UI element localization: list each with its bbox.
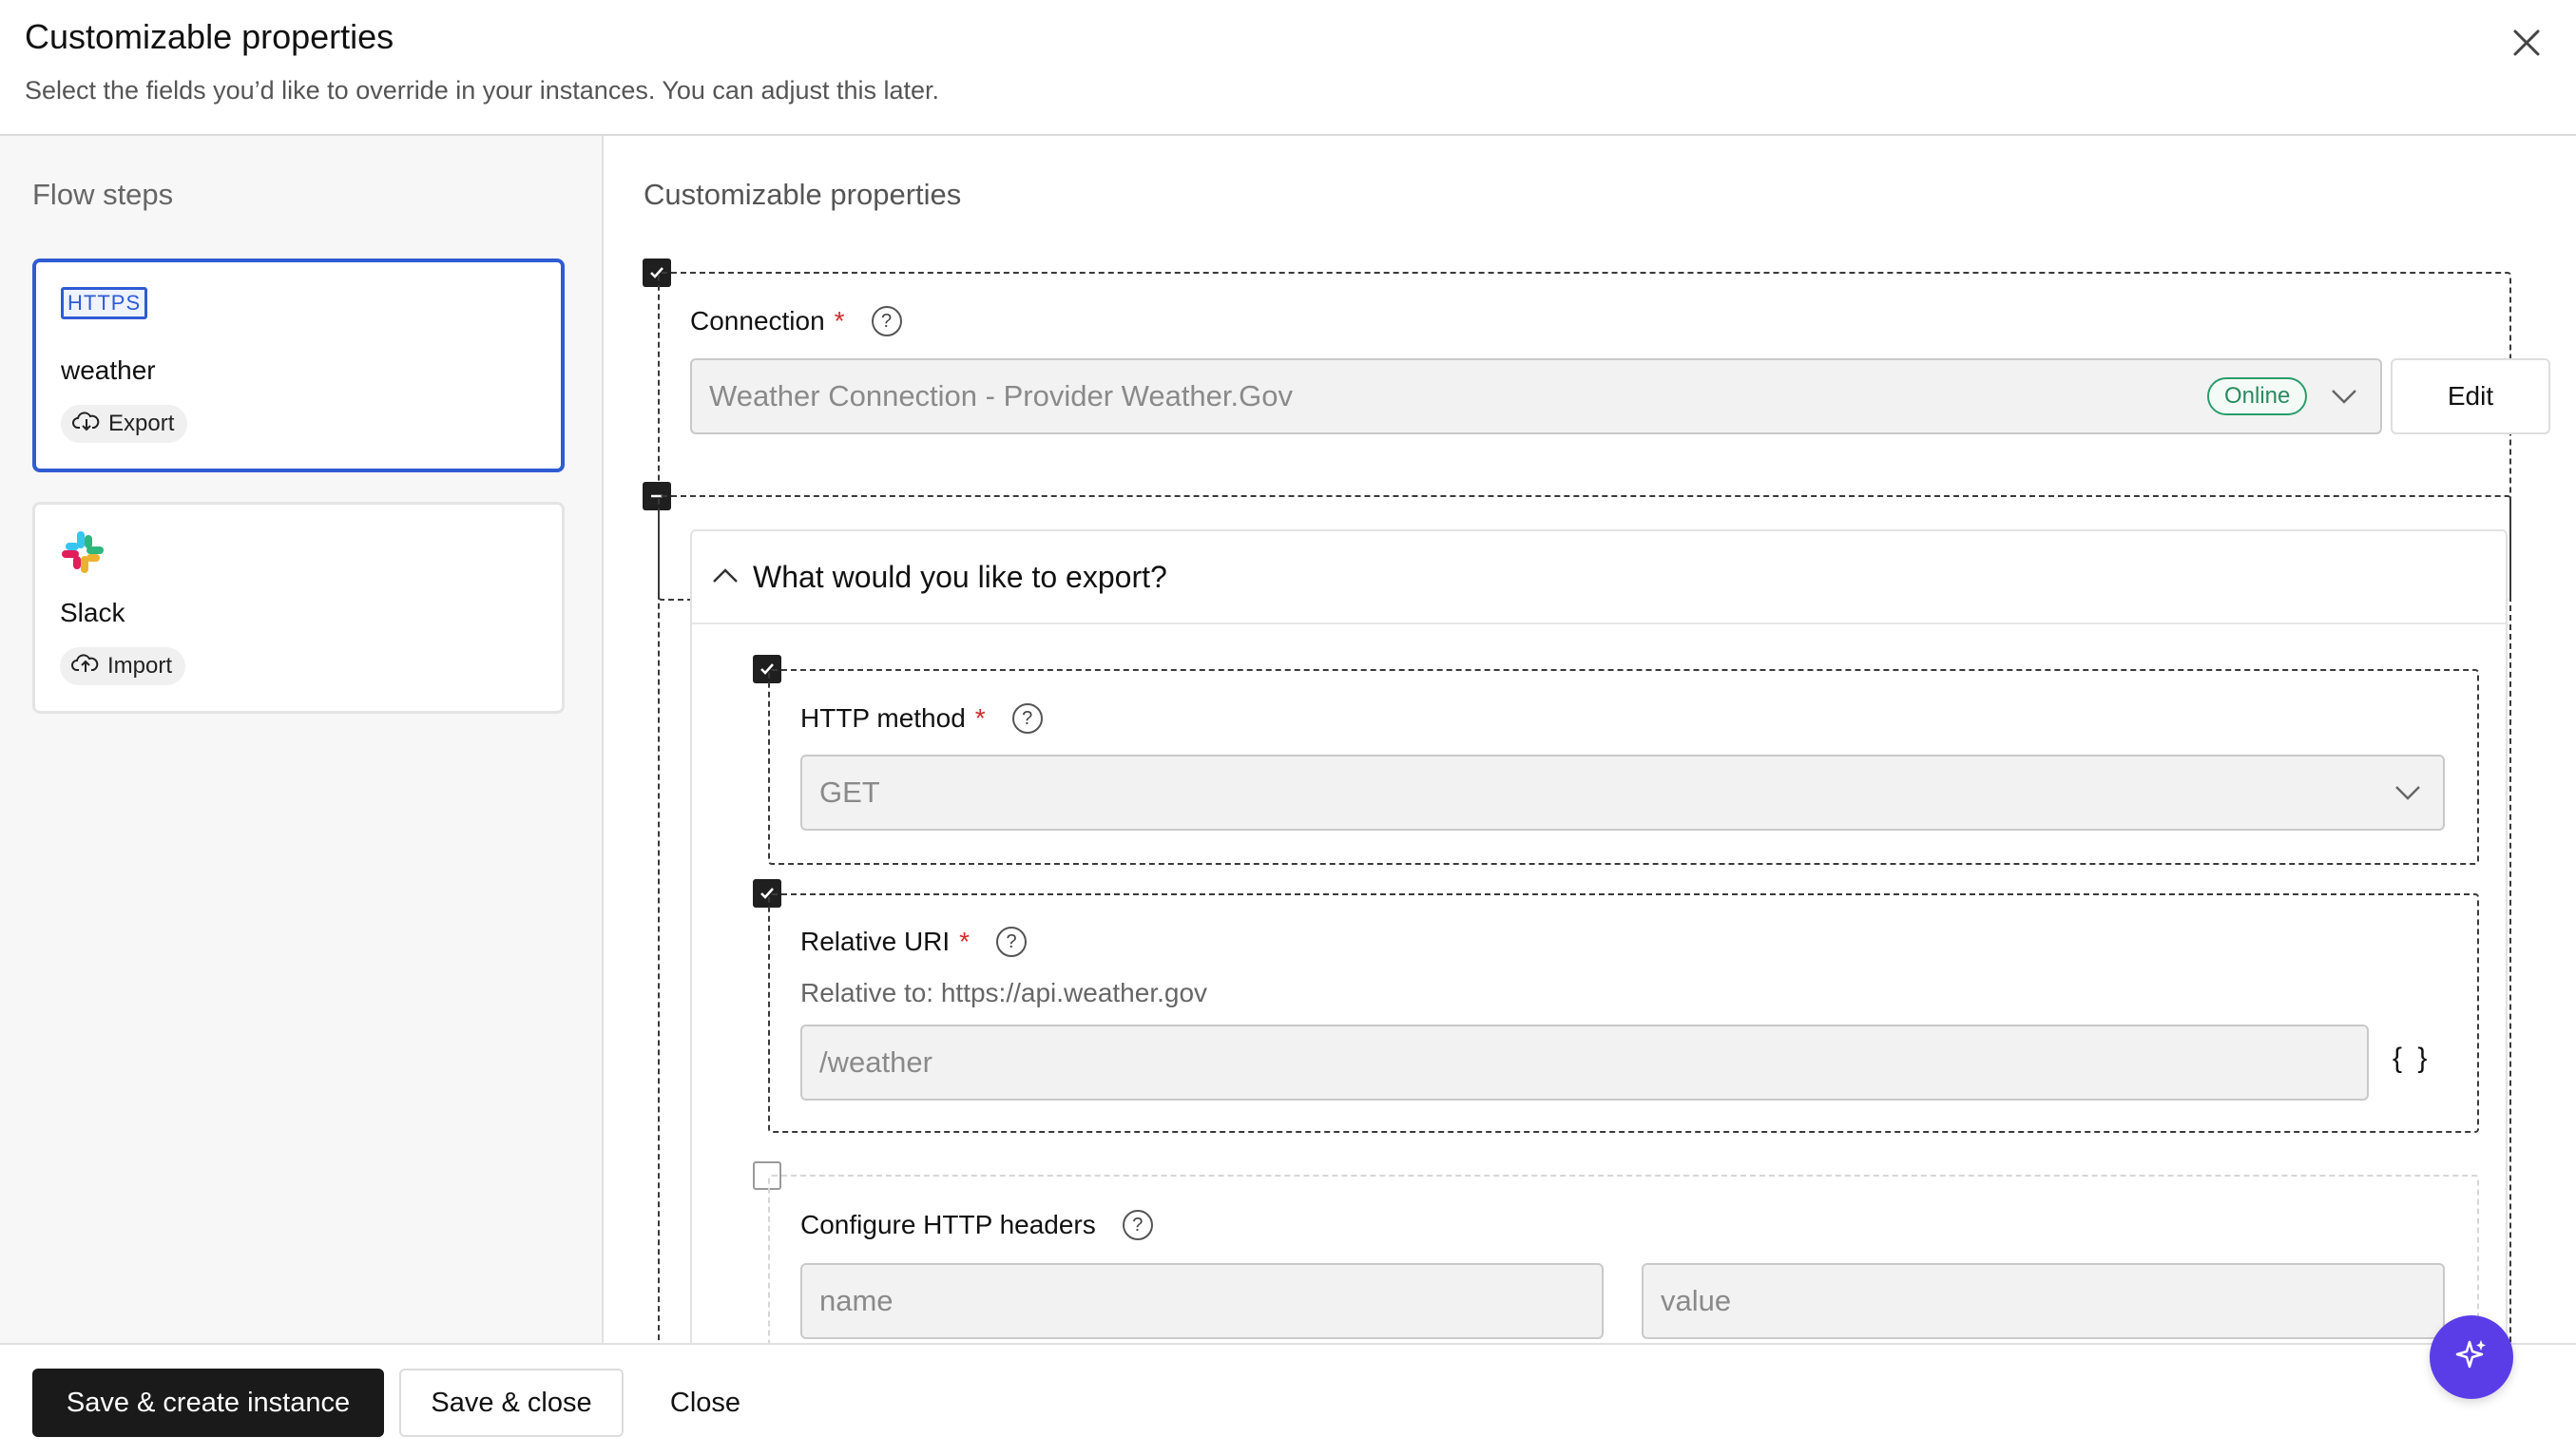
export-section-title: What would you like to export? — [753, 560, 1167, 594]
help-icon[interactable]: ? — [996, 927, 1028, 957]
http-headers-label: Configure HTTP headers ? — [800, 1210, 1153, 1240]
save-create-instance-button[interactable]: Save & create instance — [32, 1369, 384, 1437]
https-icon: HTTPS — [61, 287, 148, 319]
step-name: weather — [61, 355, 156, 385]
edit-connection-button[interactable]: Edit — [2391, 358, 2550, 434]
chevron-down-icon[interactable] — [2329, 381, 2359, 416]
http-method-label: HTTP method * ? — [800, 703, 1043, 734]
sparkle-icon — [2451, 1334, 2492, 1381]
save-close-button[interactable]: Save & close — [399, 1369, 624, 1437]
step-badge-export: Export — [61, 405, 188, 443]
slack-logo-icon — [60, 529, 106, 580]
cloud-download-icon — [72, 410, 101, 439]
modal-title: Customizable properties — [25, 17, 394, 56]
step-badge-label: Import — [107, 653, 173, 679]
relative-uri-label: Relative URI * ? — [800, 927, 1028, 957]
status-badge: Online — [2207, 377, 2308, 415]
step-name: Slack — [60, 598, 125, 627]
step-badge-import: Import — [60, 647, 186, 685]
header-name-input[interactable]: name — [800, 1263, 1604, 1339]
export-section-header[interactable]: What would you like to export? — [692, 531, 2506, 624]
relative-uri-input[interactable]: /weather — [800, 1025, 2369, 1101]
modal-header: Customizable properties Select the field… — [0, 0, 2576, 136]
relative-uri-hint: Relative to: https://api.weather.gov — [800, 978, 1208, 1007]
step-card-weather[interactable]: HTTPS weather Export — [32, 259, 565, 472]
expression-editor-icon[interactable]: { } — [2393, 1043, 2431, 1075]
modal-subtitle: Select the fields you’d like to override… — [25, 76, 940, 105]
header-value-input[interactable]: value — [1642, 1263, 2445, 1339]
help-icon[interactable]: ? — [1011, 703, 1043, 734]
flow-steps-sidebar: Flow steps HTTPS weather Export Slack Im… — [0, 136, 604, 1343]
close-button[interactable]: Close — [639, 1369, 772, 1437]
connection-label: Connection * ? — [690, 306, 902, 336]
properties-panel: Customizable properties Connection * ? We… — [606, 136, 2576, 1343]
http-method-select[interactable]: GET — [800, 755, 2445, 831]
step-card-slack[interactable]: Slack Import — [32, 502, 565, 714]
close-icon[interactable] — [2509, 19, 2544, 63]
help-icon[interactable]: ? — [871, 306, 902, 336]
connection-select[interactable]: Weather Connection - Provider Weather.Go… — [690, 358, 2382, 434]
panel-title: Customizable properties — [644, 178, 962, 211]
cloud-upload-icon — [71, 652, 100, 681]
step-badge-label: Export — [108, 411, 175, 436]
sidebar-title: Flow steps — [32, 178, 174, 211]
chevron-up-icon — [711, 562, 740, 595]
chevron-down-icon[interactable] — [2393, 777, 2423, 813]
help-icon[interactable]: ? — [1122, 1210, 1153, 1240]
modal-footer: Save & create instance Save & close Clos… — [0, 1343, 2576, 1456]
ai-assistant-button[interactable] — [2430, 1315, 2513, 1399]
